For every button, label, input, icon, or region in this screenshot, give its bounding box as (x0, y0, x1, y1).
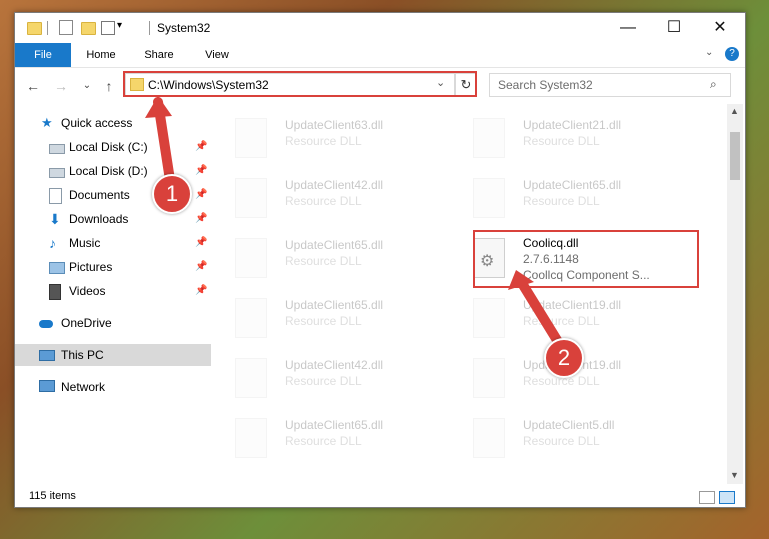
callout-marker-2: 2 (544, 338, 584, 378)
callout-marker-1: 1 (152, 174, 192, 214)
annotation-arrows (145, 96, 565, 350)
